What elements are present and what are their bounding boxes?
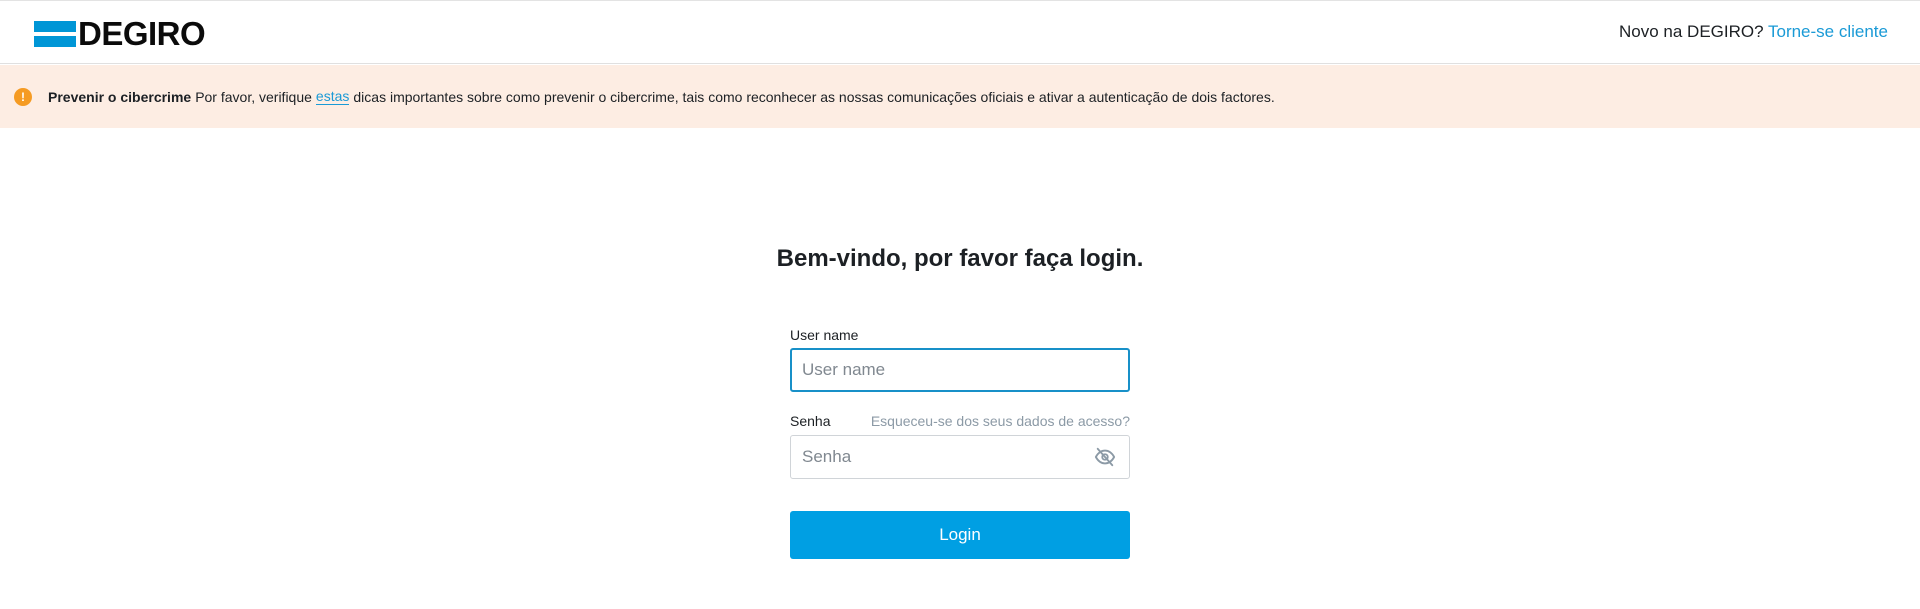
signup-prompt: Novo na DEGIRO? Torne-se cliente: [1619, 22, 1888, 42]
eye-slash-icon[interactable]: [1094, 446, 1116, 468]
password-label: Senha: [790, 413, 831, 429]
username-label: User name: [790, 327, 859, 343]
top-header: DEGIRO Novo na DEGIRO? Torne-se cliente: [0, 0, 1920, 64]
signup-link[interactable]: Torne-se cliente: [1768, 22, 1888, 41]
degiro-logo[interactable]: DEGIRO: [34, 15, 206, 52]
cybercrime-notice: ! Prevenir o cibercrime Por favor, verif…: [0, 65, 1920, 128]
notice-text-after: dicas importantes sobre como prevenir o …: [353, 88, 1275, 105]
page-title: Bem-vindo, por favor faça login.: [776, 245, 1144, 272]
logo-mark-icon: [34, 21, 76, 47]
forgot-credentials-link[interactable]: Esqueceu-se dos seus dados de acesso?: [871, 413, 1130, 429]
notice-tips-link[interactable]: estas: [315, 88, 350, 105]
password-field-wrapper: [790, 435, 1130, 479]
logo-text: DEGIRO: [78, 15, 206, 52]
login-button[interactable]: Login: [790, 511, 1130, 559]
exclamation-icon: !: [14, 87, 32, 106]
password-input[interactable]: [790, 435, 1130, 479]
password-label-row: Senha Esqueceu-se dos seus dados de aces…: [790, 412, 1130, 430]
signup-prompt-text: Novo na DEGIRO?: [1619, 22, 1764, 41]
notice-title: Prevenir o cibercrime: [48, 88, 192, 105]
username-input[interactable]: [790, 348, 1130, 392]
notice-text-before: Por favor, verifique: [195, 88, 312, 105]
login-form: User name Senha Esqueceu-se dos seus dad…: [790, 326, 1130, 559]
